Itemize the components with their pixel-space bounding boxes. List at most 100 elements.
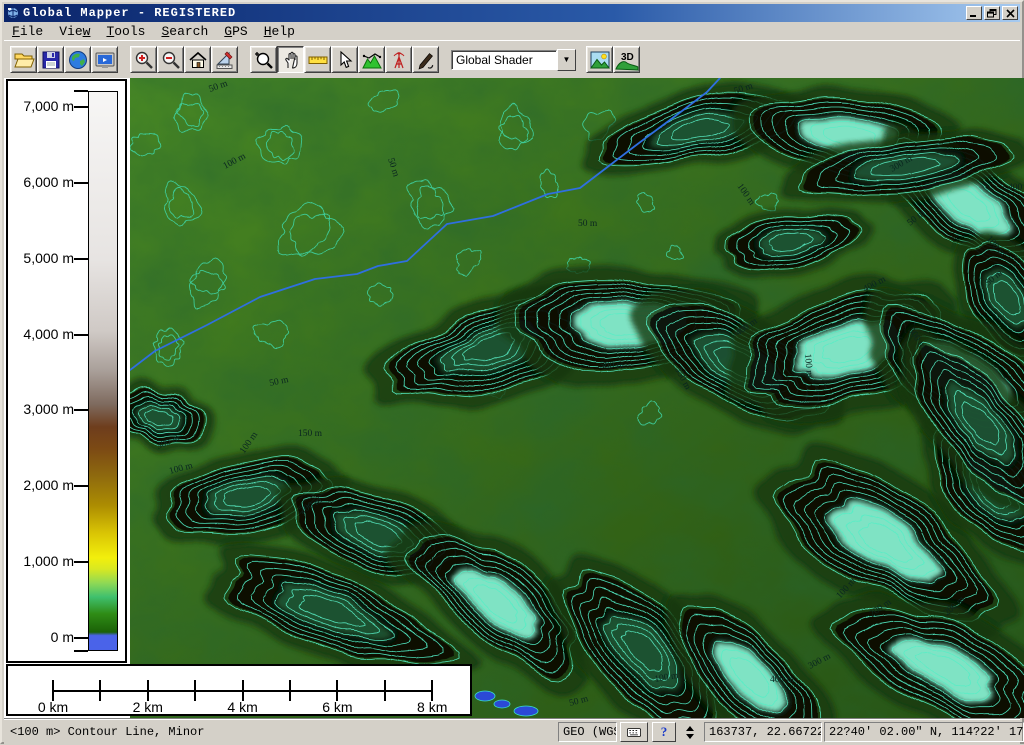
save-floppy-icon	[40, 49, 62, 71]
menu-view[interactable]: View	[51, 23, 98, 40]
legend-tick	[74, 334, 88, 336]
menu-bar: FileViewToolsSearchGPSHelp	[4, 22, 1020, 40]
pond	[475, 691, 495, 701]
save-button[interactable]	[37, 46, 64, 73]
zoom-in-button[interactable]	[130, 46, 157, 73]
raster-options-button[interactable]	[586, 46, 613, 73]
spinner-up-icon	[686, 726, 694, 731]
scale-tick	[147, 680, 149, 701]
menu-gps[interactable]: GPS	[216, 23, 255, 40]
legend-tick	[74, 182, 88, 184]
status-bar: <100 m> Contour Line, Minor GEO (WGS84 ?…	[4, 718, 1020, 745]
restore-icon	[987, 9, 997, 18]
legend-tick	[74, 409, 88, 411]
status-spinner[interactable]	[684, 723, 696, 741]
legend-label: 5,000 m	[8, 250, 74, 266]
full-view-button[interactable]	[184, 46, 211, 73]
legend-label: 7,000 m	[8, 98, 74, 114]
elevation-gradient-bar	[88, 91, 118, 651]
scale-tick	[289, 680, 291, 701]
select-tool-button[interactable]	[331, 46, 358, 73]
toolbar-group-file	[10, 46, 118, 73]
scale-tick	[384, 680, 386, 701]
measure-draw-button[interactable]	[211, 46, 238, 73]
contour-label: 400 m	[1008, 183, 1024, 193]
menu-help[interactable]: Help	[256, 23, 303, 40]
legend-end-tick	[74, 90, 88, 92]
ruler-icon	[307, 49, 329, 71]
legend-tick	[74, 258, 88, 260]
monitor-icon	[94, 49, 116, 71]
scale-bar: 0 km2 km4 km6 km8 km	[6, 664, 472, 716]
globe-icon	[67, 49, 89, 71]
profile-chart-icon	[361, 49, 383, 71]
toolbar: Global Shader ▼ 3D	[4, 40, 1020, 78]
pond	[514, 706, 538, 716]
scale-tick	[52, 680, 54, 701]
map-canvas[interactable]: 50 m100 m50 m50 m50 m100 m300 m400 m50 m…	[130, 78, 1024, 718]
scale-tick	[431, 680, 433, 701]
zoom-out-button[interactable]	[157, 46, 184, 73]
app-window: Global Mapper - REGISTERED FileViewTools…	[0, 0, 1024, 744]
view-3d-label: 3D	[621, 52, 634, 63]
scale-label: 8 km	[402, 699, 462, 715]
zoom-tool-button[interactable]	[250, 46, 277, 73]
open-button[interactable]	[10, 46, 37, 73]
legend-tick	[74, 637, 88, 639]
digitizer-button[interactable]	[412, 46, 439, 73]
window-title: Global Mapper - REGISTERED	[23, 6, 966, 20]
scale-tick	[336, 680, 338, 701]
contour-label: 100 m	[802, 353, 814, 378]
minimize-button[interactable]	[966, 6, 982, 20]
status-feature-text: <100 m> Contour Line, Minor	[6, 722, 556, 742]
shader-combo[interactable]: Global Shader ▼	[451, 49, 576, 71]
keyboard-button[interactable]	[620, 722, 648, 742]
help-button[interactable]: ?	[652, 722, 676, 742]
legend-label: 6,000 m	[8, 174, 74, 190]
view-3d-button[interactable]: 3D	[613, 46, 640, 73]
menu-search[interactable]: Search	[153, 23, 216, 40]
contour-label: 50 m	[578, 219, 598, 229]
view-shed-button[interactable]	[385, 46, 412, 73]
view-3d-icon: 3D	[615, 49, 639, 71]
picture-icon	[589, 49, 611, 71]
scale-label: 4 km	[213, 699, 273, 715]
close-button[interactable]	[1002, 6, 1018, 20]
open-folder-icon	[13, 49, 35, 71]
zoom-in-icon	[133, 49, 155, 71]
close-icon	[1006, 9, 1015, 18]
measure-tool-button[interactable]	[304, 46, 331, 73]
menu-tools[interactable]: Tools	[98, 23, 153, 40]
scale-tick	[194, 680, 196, 701]
shader-combo-arrow[interactable]: ▼	[557, 49, 576, 71]
app-icon	[6, 6, 20, 20]
scale-label: 2 km	[118, 699, 178, 715]
path-profile-button[interactable]	[358, 46, 385, 73]
contour-label: 400 m	[770, 675, 795, 685]
display-options-button[interactable]	[91, 46, 118, 73]
scale-label: 0 km	[23, 699, 83, 715]
map-viewport: 50 m100 m50 m50 m50 m100 m300 m400 m50 m…	[4, 78, 1024, 718]
help-icon: ?	[661, 724, 668, 740]
home-icon	[187, 49, 209, 71]
shader-combo-value[interactable]: Global Shader	[451, 50, 557, 70]
zoom-out-icon	[160, 49, 182, 71]
legend-label: 4,000 m	[8, 326, 74, 342]
title-bar: Global Mapper - REGISTERED	[4, 4, 1020, 22]
spinner-down-icon	[686, 734, 694, 739]
legend-tick	[74, 106, 88, 108]
pan-tool-button[interactable]	[277, 46, 304, 73]
toolbar-group-zoom	[130, 46, 238, 73]
hand-icon	[280, 49, 302, 71]
legend-end-tick	[74, 650, 88, 652]
toolbar-group-view: 3D	[586, 46, 640, 73]
world-button[interactable]	[64, 46, 91, 73]
legend-label: 1,000 m	[8, 553, 74, 569]
status-coords-dms: 22?40' 02.00" N, 114?22' 17.89" E	[824, 722, 1024, 742]
legend-label: 3,000 m	[8, 401, 74, 417]
menu-file[interactable]: File	[4, 23, 51, 40]
pond	[494, 700, 510, 708]
status-coords-decimal: 163737, 22.66722137 )	[704, 722, 822, 742]
pen-icon	[415, 49, 437, 71]
restore-button[interactable]	[984, 6, 1000, 20]
